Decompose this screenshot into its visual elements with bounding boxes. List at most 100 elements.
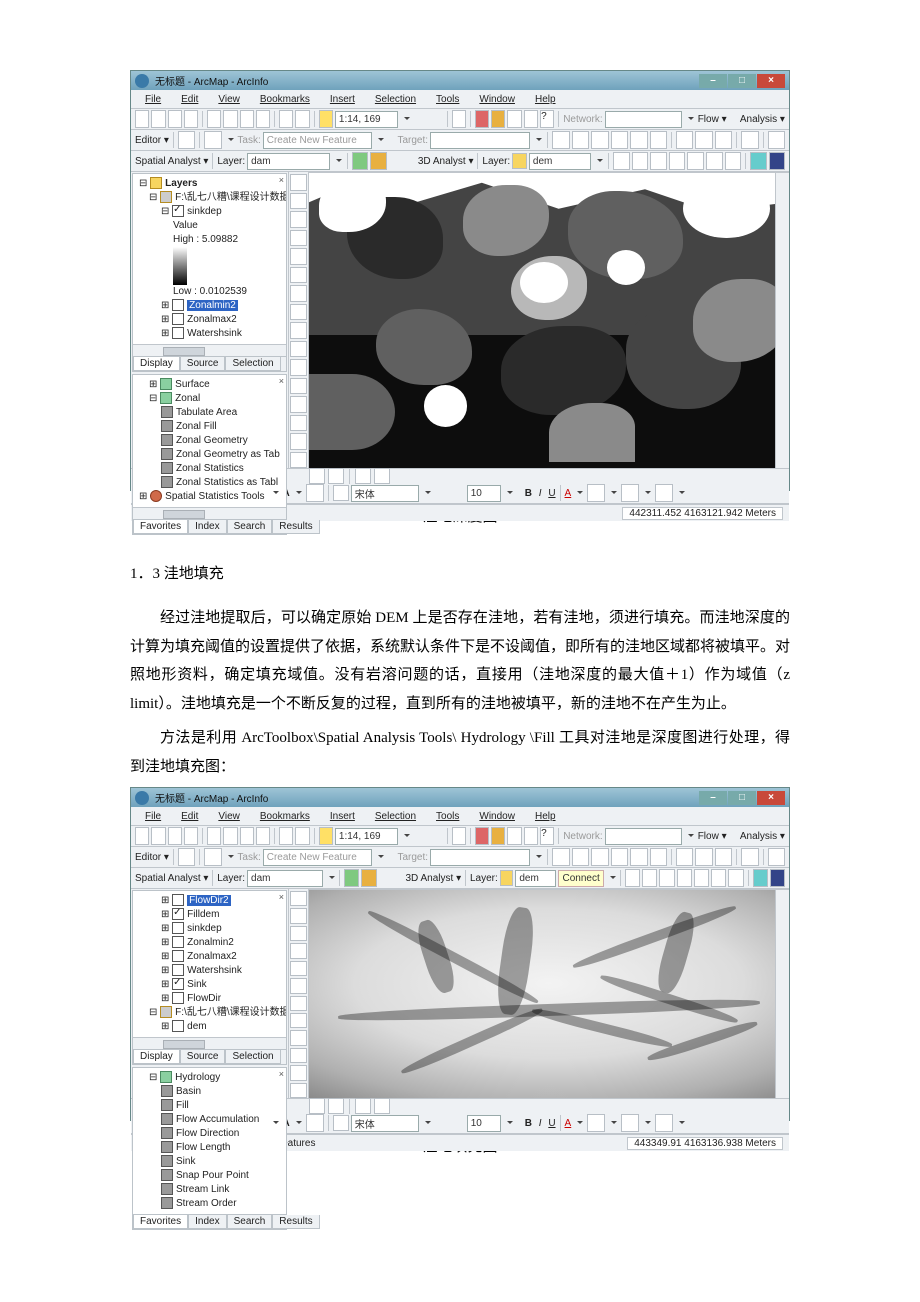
editor-dropdown[interactable]: Editor ▾ xyxy=(135,135,169,146)
toc-dataset[interactable]: ⊟ F:\乱七八糟\课程设计数据\计 xyxy=(139,1006,283,1020)
forward-icon[interactable] xyxy=(290,304,307,321)
tb-tab-index[interactable]: Index xyxy=(188,520,226,534)
italic-button[interactable]: I xyxy=(539,488,542,499)
add-data-icon[interactable] xyxy=(319,110,333,128)
toc-layer-zonalmax[interactable]: ⊞ Zonalmax2 xyxy=(139,313,283,327)
toc-tab-selection[interactable]: Selection xyxy=(225,357,280,371)
canvas-vscroll[interactable] xyxy=(775,890,789,1098)
paste-icon[interactable] xyxy=(240,110,254,128)
font-dropdown[interactable]: 宋体 xyxy=(351,485,419,502)
tool-item[interactable]: Zonal Statistics as Tabl xyxy=(139,476,283,490)
toolbox-sst[interactable]: ⊞ Spatial Statistics Tools xyxy=(139,490,283,504)
tool-item[interactable]: Zonal Fill xyxy=(139,420,283,434)
find-icon[interactable] xyxy=(452,110,466,128)
toc-layer-zonalmin[interactable]: ⊞ Zonalmin2 xyxy=(139,299,283,313)
maximize-button[interactable]: □ xyxy=(728,74,756,88)
list-item[interactable]: ⊞ Sink xyxy=(139,978,283,992)
network-dropdown[interactable] xyxy=(605,111,682,128)
pointer-icon[interactable] xyxy=(290,359,307,376)
find-icon[interactable] xyxy=(290,396,307,413)
save-icon[interactable] xyxy=(168,110,182,128)
refresh-icon[interactable] xyxy=(355,468,371,484)
3d-analyst-dropdown[interactable]: 3D Analyst ▾ xyxy=(418,156,474,167)
panel-close-icon[interactable]: × xyxy=(279,175,284,185)
toolbox-hscroll[interactable] xyxy=(133,507,286,519)
cmd-icon[interactable] xyxy=(507,110,521,128)
tb-tab-results[interactable]: Results xyxy=(272,520,319,534)
minimize-button[interactable]: – xyxy=(699,74,727,88)
line-color-button[interactable] xyxy=(621,484,639,502)
menu-insert[interactable]: Insert xyxy=(322,94,363,105)
edit-vert-icon[interactable] xyxy=(306,484,324,502)
print-icon[interactable] xyxy=(184,110,198,128)
catalog-icon[interactable] xyxy=(491,110,505,128)
toolbox-surface[interactable]: ⊞ Surface xyxy=(139,378,283,392)
tool-item[interactable]: Flow Direction xyxy=(139,1127,283,1141)
globe-icon[interactable] xyxy=(750,152,767,170)
title-bar[interactable]: 无标题 - ArcMap - ArcInfo – □ × xyxy=(131,71,789,90)
new-icon[interactable] xyxy=(135,110,149,128)
tool-item[interactable]: Stream Link xyxy=(139,1183,283,1197)
sketch-icon[interactable] xyxy=(204,131,221,149)
list-item[interactable]: ⊞ Watershsink xyxy=(139,964,283,978)
minimize-button[interactable]: – xyxy=(699,791,727,805)
close-button[interactable]: × xyxy=(757,791,785,805)
cut-icon[interactable] xyxy=(207,110,221,128)
menu-view[interactable]: View xyxy=(210,94,248,105)
redo-icon[interactable] xyxy=(295,110,309,128)
map-canvas[interactable] xyxy=(309,172,789,468)
tool-item[interactable]: Flow Accumulation xyxy=(139,1113,283,1127)
toolbox-zonal[interactable]: ⊟ Zonal xyxy=(139,392,283,406)
scene-icon[interactable] xyxy=(769,152,786,170)
list-item[interactable]: ⊞ Zonalmax2 xyxy=(139,950,283,964)
fixed-zoom-in-icon[interactable] xyxy=(290,211,307,228)
data-view-icon[interactable] xyxy=(309,468,325,484)
tool-item[interactable]: Tabulate Area xyxy=(139,406,283,420)
histogram-icon[interactable] xyxy=(370,152,387,170)
layout-view-icon[interactable] xyxy=(328,468,344,484)
title-bar[interactable]: 无标题 - ArcMap - ArcInfo – □ × xyxy=(131,788,789,807)
menu-help[interactable]: Help xyxy=(527,94,564,105)
select-icon[interactable] xyxy=(290,322,307,339)
edit-tool-icon[interactable] xyxy=(178,131,195,149)
tool-item[interactable]: Fill xyxy=(139,1099,283,1113)
toolbox-hydrology[interactable]: ⊟ Hydrology xyxy=(139,1071,283,1085)
list-item[interactable]: ⊞ FlowDir xyxy=(139,992,283,1006)
zoom-out-icon[interactable] xyxy=(290,193,307,210)
font-color-button[interactable]: A xyxy=(565,488,572,499)
tool-item[interactable]: Basin xyxy=(139,1085,283,1099)
map-canvas[interactable] xyxy=(309,889,789,1098)
flow-dropdown[interactable]: Flow ▾ xyxy=(698,114,727,125)
underline-button[interactable]: U xyxy=(548,488,555,499)
full-extent-icon[interactable] xyxy=(290,267,307,284)
menu-bar[interactable]: File Edit View Bookmarks Insert Selectio… xyxy=(131,807,789,826)
analysis-dropdown[interactable]: Analysis ▾ xyxy=(740,114,785,125)
toc-dataset[interactable]: ⊟ F:\乱七八糟\课程设计数据\计 xyxy=(139,191,283,205)
menu-edit[interactable]: Edit xyxy=(173,94,206,105)
tool-item[interactable]: Stream Order xyxy=(139,1197,283,1211)
marker-color-button[interactable] xyxy=(655,484,673,502)
maximize-button[interactable]: □ xyxy=(728,791,756,805)
pause-icon[interactable] xyxy=(374,468,390,484)
tool-item[interactable]: Zonal Statistics xyxy=(139,462,283,476)
toolbox-icon[interactable] xyxy=(475,110,489,128)
toc-layer-sinkdep[interactable]: ⊟ sinkdep xyxy=(139,205,283,219)
xy-icon[interactable] xyxy=(290,415,307,432)
tool-item[interactable]: Zonal Geometry as Tab xyxy=(139,448,283,462)
toc-tab-source[interactable]: Source xyxy=(180,357,226,371)
close-button[interactable]: × xyxy=(757,74,785,88)
bold-button[interactable]: B xyxy=(525,488,532,499)
menu-tools[interactable]: Tools xyxy=(428,94,467,105)
list-item[interactable]: ⊞ FlowDir2 xyxy=(139,894,283,908)
fill-color-button[interactable] xyxy=(587,484,605,502)
task-dropdown[interactable]: Create New Feature xyxy=(263,132,372,149)
undo-icon[interactable] xyxy=(279,110,293,128)
toc-root[interactable]: ⊟ Layers xyxy=(139,177,283,191)
menu-file[interactable]: File xyxy=(137,94,169,105)
toc-layer-watershrink[interactable]: ⊞ Watershsink xyxy=(139,327,283,341)
measure-icon[interactable] xyxy=(290,433,307,450)
list-item[interactable]: ⊞ Filldem xyxy=(139,908,283,922)
list-item[interactable]: ⊞ sinkdep xyxy=(139,922,283,936)
tb-tab-search[interactable]: Search xyxy=(227,520,273,534)
help-icon[interactable]: ? xyxy=(540,110,554,128)
